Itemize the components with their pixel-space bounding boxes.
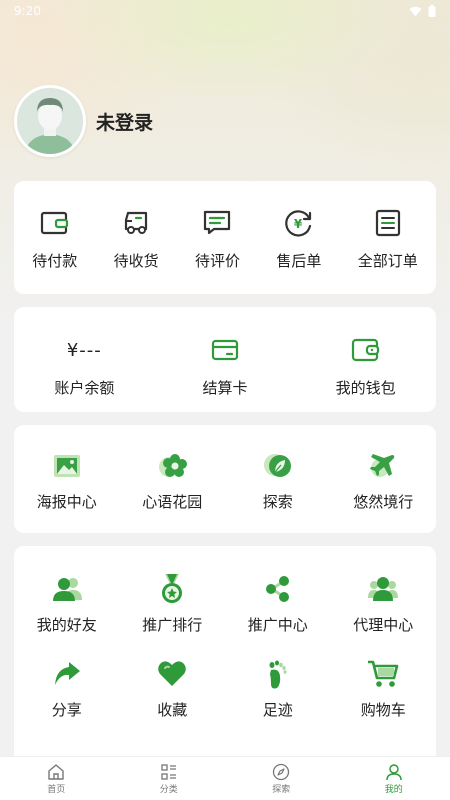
flower-icon [159, 454, 188, 477]
nav-label: 探索 [272, 784, 291, 795]
heart-icon [158, 661, 187, 686]
order-after-sales[interactable]: ¥ 售后单 [276, 206, 321, 271]
service-label: 探索 [262, 493, 293, 511]
service-label: 悠然境行 [353, 493, 414, 511]
promotion-ranking[interactable]: 推广排行 [120, 572, 226, 635]
avatar[interactable] [14, 85, 86, 157]
balance-label: 账户余额 [54, 379, 115, 397]
cart-icon [368, 660, 399, 687]
order-pending-review[interactable]: 待评价 [195, 206, 240, 271]
category-icon [161, 763, 176, 780]
nav-label: 首页 [47, 784, 66, 795]
balance-value: ¥--- [66, 339, 102, 361]
status-bar: 9:20 [0, 0, 450, 22]
tool-label: 推广中心 [247, 616, 308, 634]
tool-label: 购物车 [360, 701, 406, 719]
shopping-cart[interactable]: 购物车 [331, 657, 437, 720]
order-label: 待评价 [194, 252, 240, 270]
compass-icon [273, 763, 290, 780]
tool-label: 我的好友 [36, 616, 97, 634]
order-list-icon [375, 209, 400, 237]
wallet-icon [351, 338, 379, 362]
leisure-travel[interactable]: 悠然境行 [331, 449, 437, 512]
my-friends[interactable]: 我的好友 [14, 572, 120, 635]
wifi-icon [409, 6, 422, 16]
home-icon [48, 763, 64, 780]
comment-icon [204, 210, 231, 235]
explore[interactable]: 探索 [225, 449, 331, 512]
yen-refresh-icon: ¥ [285, 210, 311, 237]
battery-icon [428, 5, 436, 17]
profile-header[interactable]: 未登录 [14, 85, 153, 157]
nav-home[interactable]: 首页 [16, 763, 96, 795]
footprints[interactable]: 足迹 [225, 657, 331, 720]
heart-garden[interactable]: 心语花园 [120, 449, 226, 512]
order-label: 全部订单 [357, 252, 418, 270]
medal-icon [162, 574, 183, 603]
nav-category[interactable]: 分类 [129, 763, 209, 795]
order-label: 售后单 [276, 252, 322, 270]
nav-mine[interactable]: 我的 [354, 763, 434, 795]
status-time: 9:20 [14, 4, 41, 18]
nav-label: 我的 [384, 784, 403, 795]
service-label: 心语花园 [142, 493, 203, 511]
agent-icon [368, 577, 399, 601]
status-icons [409, 5, 436, 17]
order-pending-receipt[interactable]: 待收货 [114, 206, 159, 271]
finance-card: ¥--- 账户余额 结算卡 我的钱包 [14, 307, 436, 412]
tool-label: 收藏 [157, 701, 188, 719]
poster-center[interactable]: 海报中心 [14, 449, 120, 512]
tool-label: 推广排行 [142, 616, 203, 634]
bank-card-icon [211, 339, 239, 361]
leaf-icon [263, 454, 291, 477]
orders-card: 待付款 待收货 待评价 ¥ 售后单 全部订单 [14, 181, 436, 294]
share-arrow-icon [54, 662, 80, 685]
nav-label: 分类 [159, 784, 178, 795]
order-all[interactable]: 全部订单 [358, 206, 418, 271]
account-balance[interactable]: ¥--- 账户余额 [14, 333, 154, 398]
service-label: 海报中心 [36, 493, 97, 511]
card-label: 结算卡 [202, 379, 248, 397]
wallet-icon [40, 211, 68, 235]
services-card: 海报中心 心语花园 探索 悠然境行 [14, 425, 436, 533]
airplane-icon [370, 454, 395, 477]
footprint-icon [269, 660, 287, 689]
tool-label: 代理中心 [353, 616, 414, 634]
tool-label: 足迹 [262, 701, 293, 719]
poster-icon [53, 455, 80, 477]
promotion-center[interactable]: 推广中心 [225, 572, 331, 635]
tools-card: 我的好友 推广排行 推广中心 代理中心 分享 收藏 足迹 购物车 [14, 546, 436, 776]
share[interactable]: 分享 [14, 657, 120, 720]
bottom-navigation: 首页 分类 探索 我的 [0, 756, 450, 800]
svg-text:¥: ¥ [294, 217, 303, 231]
order-label: 待付款 [32, 252, 78, 270]
my-wallet[interactable]: 我的钱包 [296, 333, 436, 398]
order-pending-payment[interactable]: 待付款 [32, 206, 77, 271]
nav-explore[interactable]: 探索 [241, 763, 321, 795]
share-nodes-icon [265, 576, 289, 602]
order-label: 待收货 [113, 252, 159, 270]
favorites[interactable]: 收藏 [120, 657, 226, 720]
tool-label: 分享 [51, 701, 82, 719]
user-icon [386, 763, 402, 780]
settlement-card[interactable]: 结算卡 [155, 333, 295, 398]
agent-center[interactable]: 代理中心 [331, 572, 437, 635]
wallet-label: 我的钱包 [335, 379, 396, 397]
friends-icon [52, 578, 82, 601]
login-status-text[interactable]: 未登录 [96, 108, 153, 135]
truck-icon [124, 211, 148, 234]
default-avatar-icon [17, 88, 83, 154]
